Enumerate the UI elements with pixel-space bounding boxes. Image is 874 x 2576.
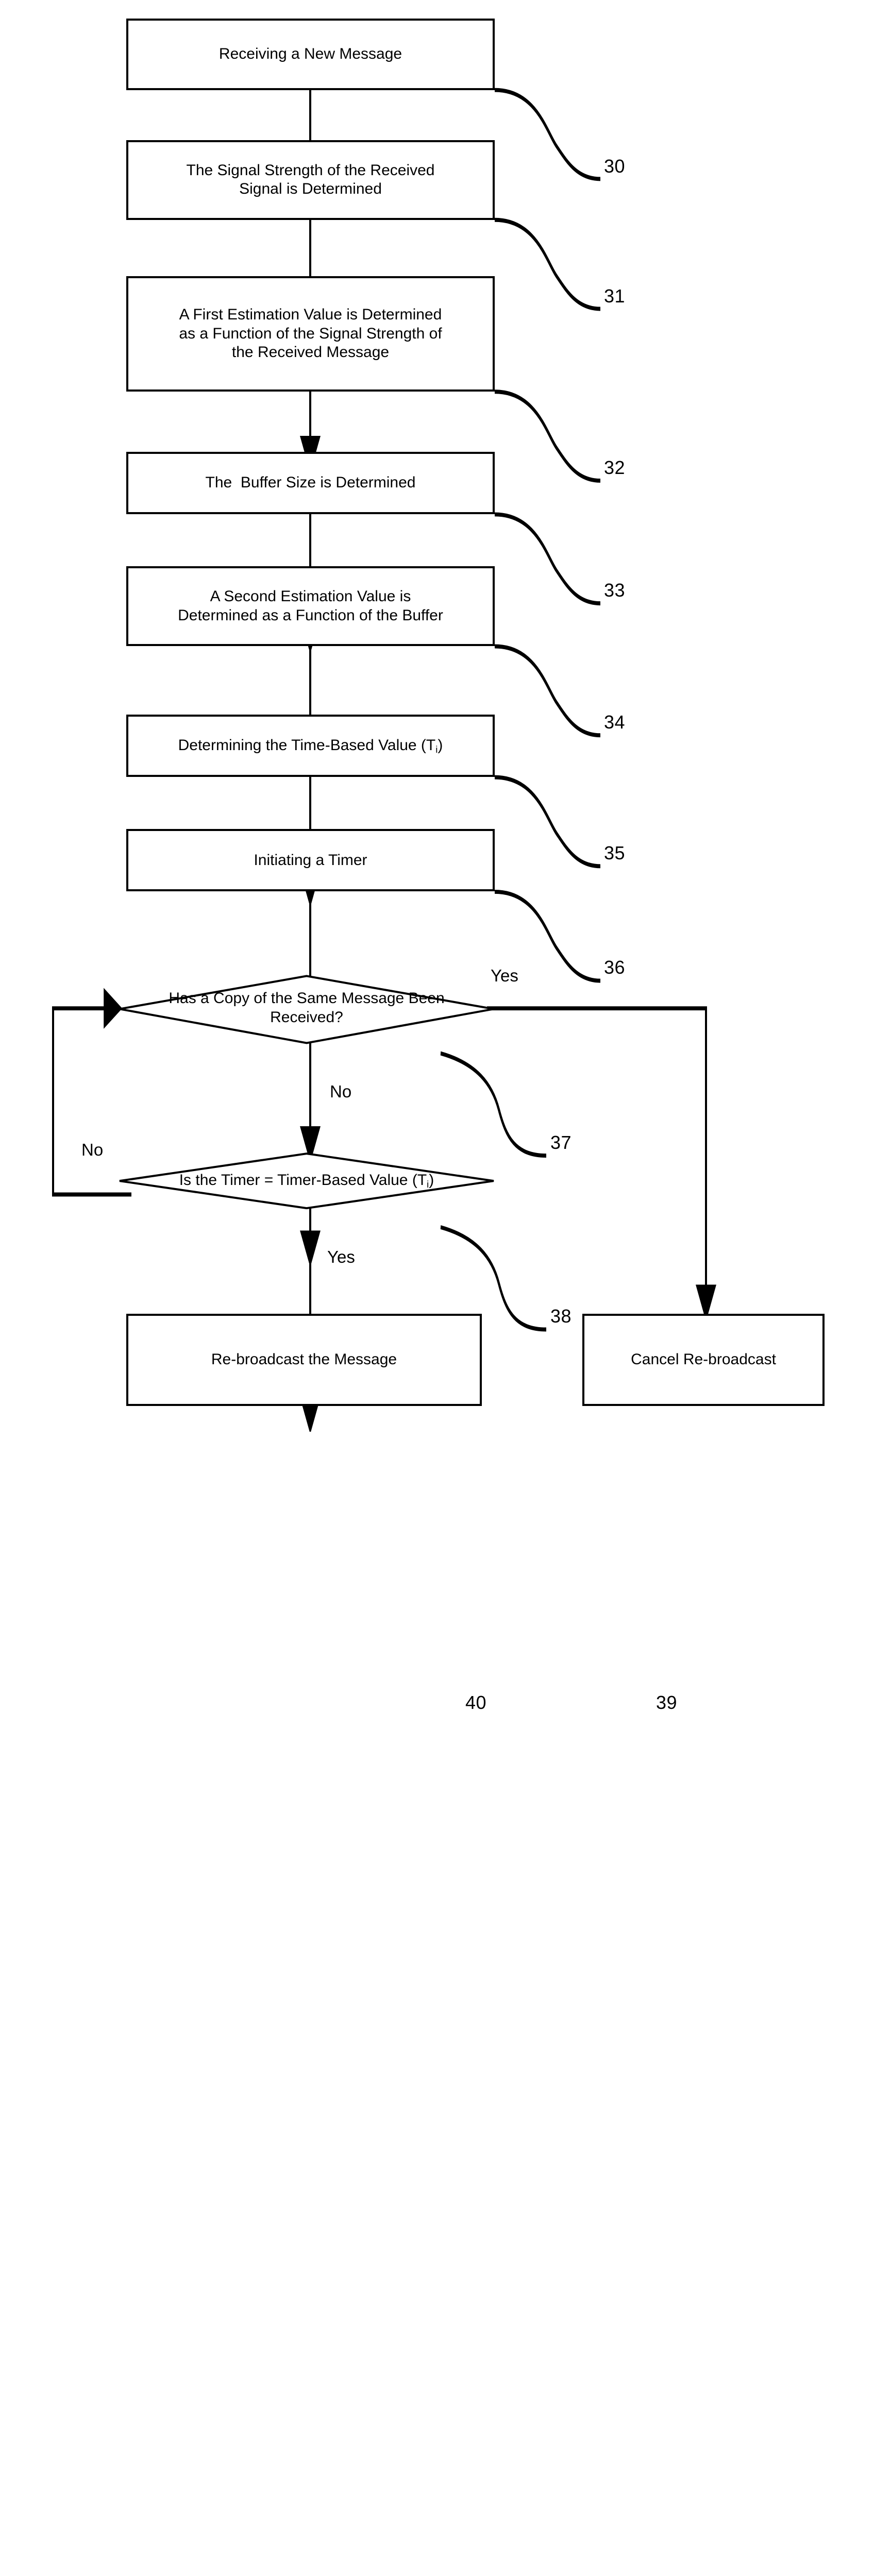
reference-numeral-34: 34 [604,711,626,733]
node-label: A Second Estimation Value is Determined … [178,588,443,624]
leader-35 [494,775,601,869]
reference-numeral-35: 35 [604,842,626,864]
node-label: Determining the Time-Based Value (Ti) [178,736,443,755]
process-box-initiating-timer: Initiating a Timer [126,829,495,892]
process-box-first-estimation-value: A First Estimation Value is Determined a… [126,276,495,392]
reference-numeral-38: 38 [550,1306,572,1327]
node-label: Receiving a New Message [218,45,402,62]
decision-diamond-timer-equals-shape [119,1153,494,1210]
process-box-determining-time-based-value: Determining the Time-Based Value (Ti) [126,715,495,777]
leader-31 [494,217,601,311]
node-label: Cancel Re-broadcast [631,1351,776,1368]
edge-label-yes-37: Yes [491,966,518,986]
decision-diamond-copy-received-shape [119,975,494,1044]
leader-34 [494,644,601,738]
reference-numeral-33: 33 [604,580,626,601]
reference-numeral-39: 39 [656,1692,678,1714]
reference-numeral-37: 37 [550,1131,572,1153]
leader-30 [494,88,601,181]
edge-label-no-38: No [81,1140,104,1159]
edge-label-no-37: No [330,1081,352,1101]
flowchart-figure: Receiving a New Message The Signal Stren… [0,0,874,1713]
edge-label-yes-38: Yes [327,1247,355,1267]
process-box-second-estimation-value: A Second Estimation Value is Determined … [126,566,495,647]
process-box-re-broadcast-the-message: Re-broadcast the Message [126,1314,482,1406]
reference-numeral-36: 36 [604,957,626,978]
process-box-receiving-new-message: Receiving a New Message [126,18,495,90]
process-box-buffer-size-determined: The Buffer Size is Determined [126,452,495,515]
node-label: Initiating a Timer [254,851,367,869]
leader-33 [494,512,601,606]
node-label: Re-broadcast the Message [211,1351,397,1368]
reference-numeral-31: 31 [604,285,626,307]
reference-numeral-32: 32 [604,457,626,479]
node-label: The Signal Strength of the Received Sign… [186,161,435,198]
connector-37-yes-to-39 [487,1006,716,1322]
reference-numeral-40: 40 [465,1692,487,1714]
process-box-signal-strength-determined: The Signal Strength of the Received Sign… [126,140,495,220]
node-label: A First Estimation Value is Determined a… [179,306,442,361]
leader-32 [494,389,601,483]
process-box-cancel-re-broadcast: Cancel Re-broadcast [582,1314,825,1406]
node-label: The Buffer Size is Determined [205,474,416,492]
reference-numeral-30: 30 [604,155,626,177]
